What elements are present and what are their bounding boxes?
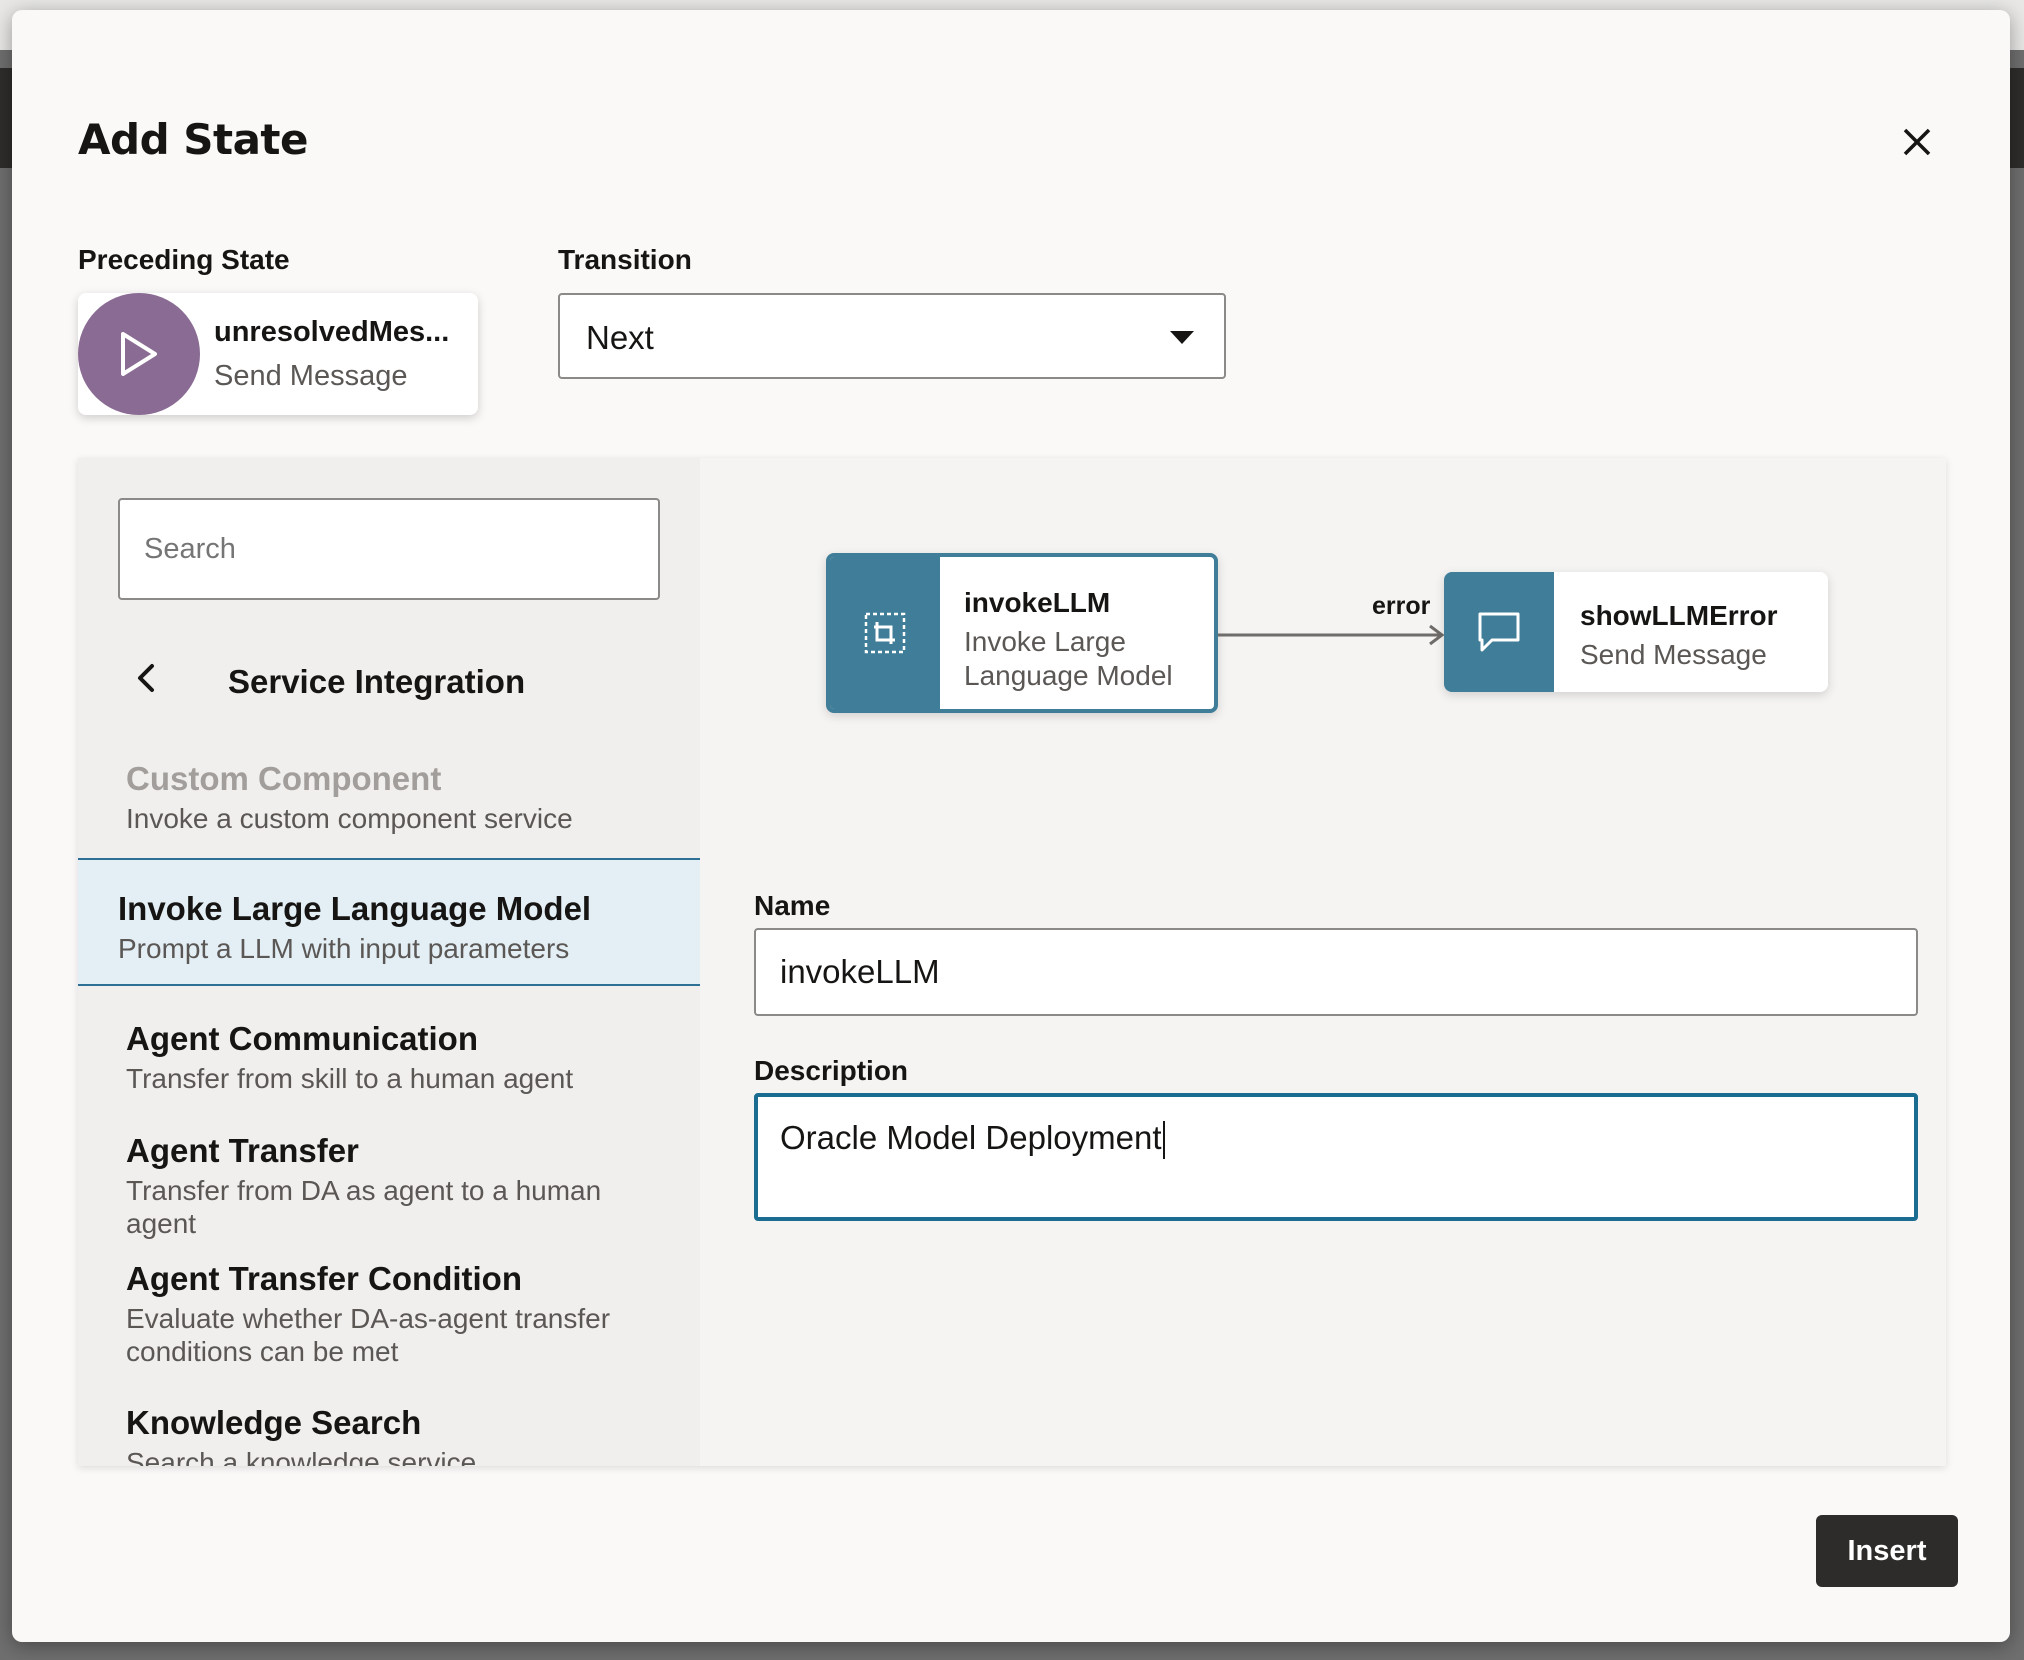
name-input[interactable] <box>754 928 1918 1016</box>
node-type: Invoke Large Language Model <box>964 626 1173 691</box>
text-cursor <box>1162 1121 1165 1160</box>
add-state-dialog: Add State Preceding State unresolvedMes.… <box>12 10 2010 1642</box>
list-item-title: Agent Transfer <box>126 1132 359 1169</box>
flow-node-invokellm[interactable]: invokeLLM Invoke Large Language Model <box>826 553 1218 713</box>
list-item-description: Evaluate whether DA-as-agent transfer co… <box>126 1303 611 1367</box>
category-title: Service Integration <box>228 663 526 700</box>
list-item-selected[interactable]: Invoke Large Language Model Prompt a LLM… <box>78 858 700 986</box>
list-item-title: Agent Communication <box>126 1020 478 1057</box>
preceding-state-label: Preceding State <box>78 244 290 275</box>
background-right-bar <box>2010 68 2024 168</box>
description-value: Oracle Model Deployment <box>780 1119 1162 1156</box>
list-item-title: Invoke Large Language Model <box>118 890 592 927</box>
transition-value: Next <box>586 319 654 356</box>
list-item[interactable]: Custom Component Invoke a custom compone… <box>78 760 700 835</box>
list-item-description: Search a knowledge service <box>126 1447 477 1466</box>
play-icon <box>121 332 157 376</box>
back-button[interactable] <box>118 648 178 708</box>
flow-edge-arrow <box>1218 624 1445 646</box>
chevron-down-icon <box>1170 331 1194 344</box>
node-name: showLLMError <box>1580 600 1778 631</box>
flow-node-showllmerror[interactable]: showLLMError Send Message <box>1444 572 1828 692</box>
preceding-state-avatar <box>78 293 200 415</box>
flow-edge-label: error <box>1372 592 1431 620</box>
list-item-description: Invoke a custom component service <box>126 803 573 834</box>
list-item-description: Transfer from skill to a human agent <box>126 1063 574 1094</box>
node-name: invokeLLM <box>964 587 1111 618</box>
chat-bubble-icon <box>1478 612 1520 652</box>
transition-select[interactable]: Next <box>558 293 1226 379</box>
list-item-description: Prompt a LLM with input parameters <box>118 933 570 964</box>
transition-label: Transition <box>558 244 692 275</box>
search-input[interactable] <box>118 498 660 600</box>
list-item-title: Custom Component <box>126 760 442 797</box>
preceding-state-type: Send Message <box>214 360 408 392</box>
description-input[interactable]: Oracle Model Deployment <box>754 1093 1918 1221</box>
chevron-left-icon <box>138 664 154 692</box>
close-button[interactable] <box>1900 125 1934 159</box>
node-icon-box <box>830 557 940 709</box>
dialog-title: Add State <box>78 115 309 164</box>
node-icon-box <box>1444 572 1554 692</box>
list-item[interactable]: Agent Communication Transfer from skill … <box>78 1020 700 1095</box>
list-item[interactable]: Agent Transfer Transfer from DA as agent… <box>78 1132 700 1240</box>
list-item-description: Transfer from DA as agent to a human age… <box>126 1175 602 1239</box>
list-item[interactable]: Agent Transfer Condition Evaluate whethe… <box>78 1260 700 1368</box>
llm-component-icon <box>864 612 906 654</box>
list-item[interactable]: Knowledge Search Search a knowledge serv… <box>78 1404 700 1466</box>
node-type: Send Message <box>1580 639 1767 670</box>
list-item-title: Knowledge Search <box>126 1404 422 1441</box>
list-item-title: Agent Transfer Condition <box>126 1260 522 1297</box>
component-list-pane: Service Integration Custom Component Inv… <box>78 458 700 1466</box>
close-icon <box>1903 128 1931 156</box>
insert-button[interactable]: Insert <box>1816 1515 1958 1587</box>
name-label: Name <box>754 890 831 921</box>
preceding-state-name: unresolvedMes... <box>214 316 450 348</box>
description-label: Description <box>754 1055 909 1086</box>
